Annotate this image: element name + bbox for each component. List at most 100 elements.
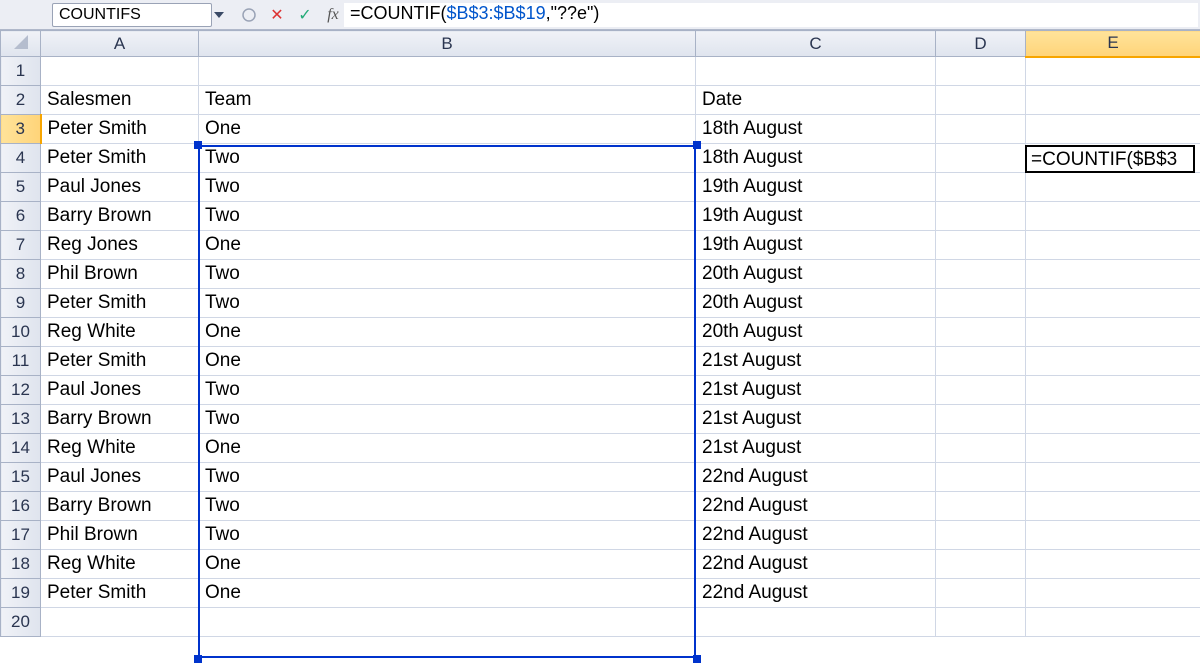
cell-B14[interactable]: One — [199, 434, 696, 463]
row-header-17[interactable]: 17 — [1, 521, 41, 550]
cell-D11[interactable] — [936, 347, 1026, 376]
cancel-icon[interactable]: ✕ — [266, 4, 288, 26]
cell-A14[interactable]: Reg White — [41, 434, 199, 463]
cell-E5[interactable] — [1026, 173, 1200, 202]
cell-C13[interactable]: 21st August — [696, 405, 936, 434]
cell-E7[interactable] — [1026, 231, 1200, 260]
cell-A3[interactable]: Peter Smith — [41, 115, 199, 144]
cell-C2[interactable]: Date — [696, 86, 936, 115]
cell-C5[interactable]: 19th August — [696, 173, 936, 202]
cell-B3[interactable]: One — [199, 115, 696, 144]
cell-C18[interactable]: 22nd August — [696, 550, 936, 579]
cell-B10[interactable]: One — [199, 318, 696, 347]
cell-D4[interactable] — [936, 144, 1026, 173]
cell-B8[interactable]: Two — [199, 260, 696, 289]
cell-B4[interactable]: Two — [199, 144, 696, 173]
cell-B1[interactable] — [199, 57, 696, 86]
row-header-15[interactable]: 15 — [1, 463, 41, 492]
cell-B16[interactable]: Two — [199, 492, 696, 521]
cell-D16[interactable] — [936, 492, 1026, 521]
row-header-8[interactable]: 8 — [1, 260, 41, 289]
cell-E1[interactable] — [1026, 57, 1200, 86]
formula-expand-icon[interactable] — [238, 4, 260, 26]
cell-A16[interactable]: Barry Brown — [41, 492, 199, 521]
col-header-D[interactable]: D — [936, 31, 1026, 57]
cell-C14[interactable]: 21st August — [696, 434, 936, 463]
cell-D20[interactable] — [936, 608, 1026, 637]
cell-E13[interactable] — [1026, 405, 1200, 434]
cell-B11[interactable]: One — [199, 347, 696, 376]
cell-C9[interactable]: 20th August — [696, 289, 936, 318]
cell-E19[interactable] — [1026, 579, 1200, 608]
cell-A8[interactable]: Phil Brown — [41, 260, 199, 289]
cell-D14[interactable] — [936, 434, 1026, 463]
cell-E8[interactable] — [1026, 260, 1200, 289]
cell-E18[interactable] — [1026, 550, 1200, 579]
name-box[interactable]: COUNTIFS — [52, 3, 212, 27]
cell-A7[interactable]: Reg Jones — [41, 231, 199, 260]
cell-E20[interactable] — [1026, 608, 1200, 637]
cell-E10[interactable] — [1026, 318, 1200, 347]
col-header-A[interactable]: A — [41, 31, 199, 57]
row-header-9[interactable]: 9 — [1, 289, 41, 318]
cell-E16[interactable] — [1026, 492, 1200, 521]
cell-B17[interactable]: Two — [199, 521, 696, 550]
cell-A4[interactable]: Peter Smith — [41, 144, 199, 173]
cell-A6[interactable]: Barry Brown — [41, 202, 199, 231]
row-header-18[interactable]: 18 — [1, 550, 41, 579]
cell-D2[interactable] — [936, 86, 1026, 115]
cell-E6[interactable] — [1026, 202, 1200, 231]
cell-D3[interactable] — [936, 115, 1026, 144]
row-header-14[interactable]: 14 — [1, 434, 41, 463]
cell-A10[interactable]: Reg White — [41, 318, 199, 347]
cell-B2[interactable]: Team — [199, 86, 696, 115]
row-header-7[interactable]: 7 — [1, 231, 41, 260]
name-box-dropdown[interactable] — [210, 12, 228, 18]
cell-B7[interactable]: One — [199, 231, 696, 260]
cell-C4[interactable]: 18th August — [696, 144, 936, 173]
cell-D12[interactable] — [936, 376, 1026, 405]
cell-E17[interactable] — [1026, 521, 1200, 550]
cell-B19[interactable]: One — [199, 579, 696, 608]
cell-C1[interactable] — [696, 57, 936, 86]
cell-C20[interactable] — [696, 608, 936, 637]
cell-E2[interactable] — [1026, 86, 1200, 115]
select-all-corner[interactable] — [1, 31, 41, 57]
cell-D15[interactable] — [936, 463, 1026, 492]
cell-C17[interactable]: 22nd August — [696, 521, 936, 550]
cell-C7[interactable]: 19th August — [696, 231, 936, 260]
cell-A20[interactable] — [41, 608, 199, 637]
cell-C12[interactable]: 21st August — [696, 376, 936, 405]
col-header-B[interactable]: B — [199, 31, 696, 57]
cell-A5[interactable]: Paul Jones — [41, 173, 199, 202]
formula-input[interactable]: =COUNTIF($B$3:$B$19,"??e") — [344, 3, 1198, 27]
cell-B20[interactable] — [199, 608, 696, 637]
cell-A2[interactable]: Salesmen — [41, 86, 199, 115]
row-header-12[interactable]: 12 — [1, 376, 41, 405]
cell-A19[interactable]: Peter Smith — [41, 579, 199, 608]
row-header-5[interactable]: 5 — [1, 173, 41, 202]
row-header-3[interactable]: 3 — [1, 115, 41, 144]
row-header-20[interactable]: 20 — [1, 608, 41, 637]
cell-D13[interactable] — [936, 405, 1026, 434]
cell-D18[interactable] — [936, 550, 1026, 579]
cell-C8[interactable]: 20th August — [696, 260, 936, 289]
cell-B12[interactable]: Two — [199, 376, 696, 405]
cell-D9[interactable] — [936, 289, 1026, 318]
fx-icon[interactable]: fx — [322, 4, 344, 26]
cell-B13[interactable]: Two — [199, 405, 696, 434]
cell-A1[interactable] — [41, 57, 199, 86]
cell-D6[interactable] — [936, 202, 1026, 231]
cell-A13[interactable]: Barry Brown — [41, 405, 199, 434]
cell-E11[interactable] — [1026, 347, 1200, 376]
cell-E14[interactable] — [1026, 434, 1200, 463]
enter-icon[interactable]: ✓ — [294, 4, 316, 26]
cell-C3[interactable]: 18th August — [696, 115, 936, 144]
cell-D8[interactable] — [936, 260, 1026, 289]
cell-C11[interactable]: 21st August — [696, 347, 936, 376]
cell-A18[interactable]: Reg White — [41, 550, 199, 579]
cell-E9[interactable] — [1026, 289, 1200, 318]
col-header-E[interactable]: E — [1026, 31, 1200, 57]
cell-B15[interactable]: Two — [199, 463, 696, 492]
cell-D19[interactable] — [936, 579, 1026, 608]
